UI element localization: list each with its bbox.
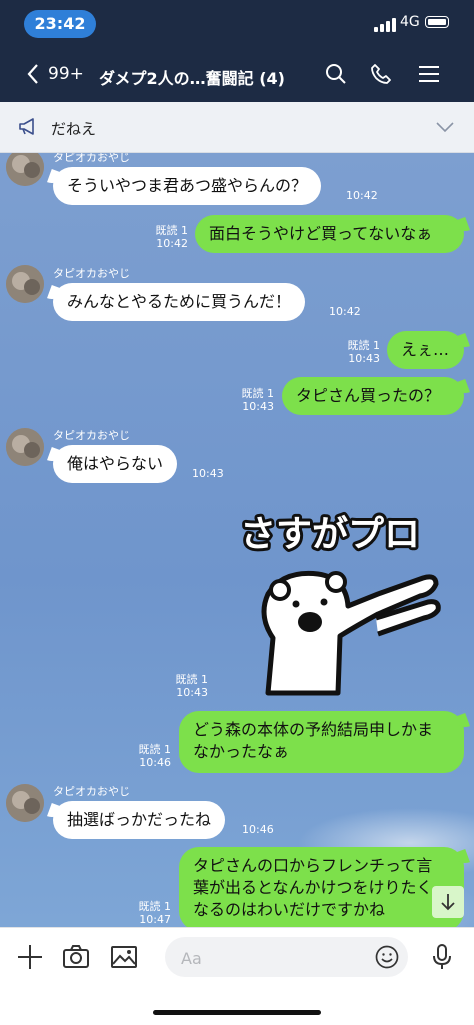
outgoing-bubble[interactable]: えぇ… [387, 331, 464, 369]
message-time: 10:42 [346, 189, 378, 202]
bubble-line: なかったなぁ [193, 742, 290, 761]
announcement-text: だねえ [51, 120, 97, 138]
plus-icon[interactable] [16, 943, 44, 971]
signal-icon [374, 18, 396, 32]
read-receipt: 既読 1 [138, 743, 172, 756]
message-time: 10:42 [156, 237, 188, 250]
status-bar: 23:42 4G [0, 0, 474, 46]
sender-name: タピオカおやじ [53, 429, 130, 442]
network-label: 4G [400, 14, 420, 30]
sticker-caption: さすがプロ [240, 514, 420, 555]
avatar[interactable] [6, 265, 44, 303]
back-unread-count: 99+ [48, 64, 84, 84]
bear-sticker[interactable]: さすがプロ [228, 498, 458, 698]
outgoing-bubble[interactable]: タピさん買ったの？ [282, 377, 464, 415]
message-time: 10:43 [348, 352, 380, 365]
sender-name: タピオカおやじ [53, 267, 130, 280]
camera-icon[interactable] [62, 943, 90, 971]
avatar[interactable] [6, 784, 44, 822]
sender-name: タピオカおやじ [53, 785, 130, 798]
read-receipt: 既読 1 [155, 224, 189, 237]
sender-name: タピオカおやじ [53, 153, 130, 164]
home-indicator [153, 1010, 321, 1015]
bubble-line: なるのはわいだけですかね [193, 900, 386, 919]
avatar[interactable] [6, 428, 44, 466]
microphone-icon[interactable] [428, 943, 456, 971]
read-receipt: 既読 1 [138, 900, 172, 913]
scroll-down-icon [441, 894, 455, 911]
message-time: 10:46 [139, 756, 171, 769]
read-receipt: 既読 1 [241, 387, 275, 400]
avatar[interactable] [6, 153, 44, 186]
search-icon[interactable] [325, 63, 347, 85]
announcement-bar[interactable]: だねえ [0, 102, 474, 153]
read-receipt: 既読 1 [347, 339, 381, 352]
back-button[interactable]: 99+ [26, 60, 84, 88]
message-toolbar [0, 927, 474, 1025]
back-chevron-icon [27, 64, 38, 84]
scroll-to-bottom-button[interactable] [432, 886, 464, 918]
bubble-line: 葉が出るとなんかけつをけりたく [193, 878, 433, 897]
message-time: 10:47 [139, 913, 171, 926]
read-receipt: 既読 1 [175, 673, 209, 686]
outgoing-bubble[interactable]: タピさんの口からフレンチって言 葉が出るとなんかけつをけりたく なるのはわいだけ… [179, 847, 464, 927]
message-time: 10:43 [242, 400, 274, 413]
image-icon[interactable] [110, 943, 138, 971]
message-time: 10:42 [329, 305, 361, 318]
status-time: 23:42 [24, 10, 96, 38]
outgoing-bubble[interactable]: 面白そうやけど買ってないなぁ [195, 215, 464, 253]
bubble-line: どう森の本体の予約結局申しかま [193, 720, 434, 739]
chat-header: 99+ ダメプ2人の…奮闘記 (4) [0, 46, 474, 102]
chevron-down-icon[interactable] [436, 121, 454, 133]
chat-title[interactable]: ダメプ2人の…奮闘記 (4) [99, 65, 285, 89]
message-input-container[interactable] [165, 937, 408, 977]
menu-icon[interactable] [418, 63, 440, 85]
incoming-bubble[interactable]: みんなとやるために買うんだ！ [53, 283, 306, 321]
message-time: 10:46 [242, 823, 274, 836]
chat-area[interactable]: タピオカおやじ そういやつま君あつ盛やらんの？ 10:42 既読 1 10:42… [0, 153, 474, 927]
message-time: 10:43 [192, 467, 224, 480]
message-input[interactable] [179, 945, 363, 971]
bubble-line: タピさんの口からフレンチって言 [193, 856, 433, 875]
battery-icon [425, 16, 449, 28]
incoming-bubble[interactable]: 俺はやらない [53, 445, 178, 483]
incoming-bubble[interactable]: 抽選ばっかだったね [53, 801, 226, 839]
incoming-bubble[interactable]: そういやつま君あつ盛やらんの？ [53, 167, 322, 205]
emoji-icon[interactable] [375, 945, 399, 969]
megaphone-icon [19, 118, 34, 135]
phone-icon[interactable] [370, 63, 392, 85]
message-time: 10:43 [176, 686, 208, 699]
outgoing-bubble[interactable]: どう森の本体の予約結局申しかま なかったなぁ [179, 711, 464, 773]
